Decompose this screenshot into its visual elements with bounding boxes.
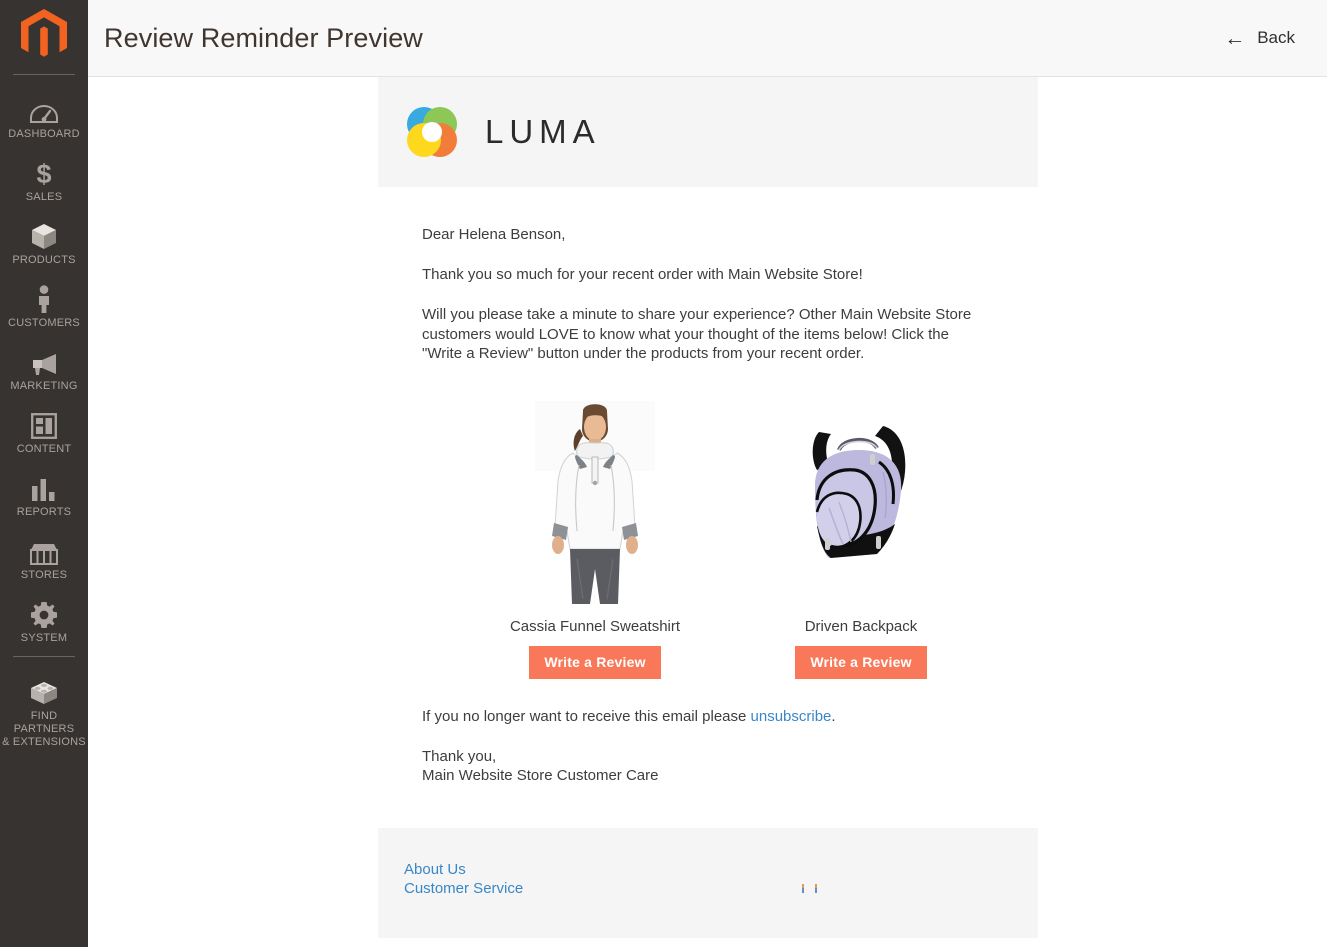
sidebar-divider-bottom: [13, 656, 75, 657]
unsubscribe-suffix: .: [831, 707, 836, 725]
broken-image-icon: [802, 880, 806, 893]
sidebar-item-label: SYSTEM: [20, 632, 68, 644]
sidebar-item-label: SALES: [25, 191, 63, 203]
sidebar-item-label: CUSTOMERS: [8, 317, 80, 329]
luma-wordmark: LUMA: [485, 113, 601, 150]
storefront-icon: [26, 535, 62, 565]
product-name: Cassia Funnel Sweatshirt: [509, 617, 681, 635]
dollar-sign-icon: $: [26, 157, 62, 187]
sidebar-item-label: REPORTS: [16, 506, 72, 518]
email-greeting: Dear Helena Benson,: [422, 226, 566, 243]
broken-image-icon: [815, 880, 819, 893]
sidebar-item-label: MARKETING: [10, 380, 78, 392]
arrow-left-icon: ←: [1224, 26, 1246, 50]
luma-rings-icon: [404, 104, 460, 160]
unsubscribe-link[interactable]: unsubscribe: [751, 708, 832, 725]
extension-block-icon: [26, 676, 62, 706]
product-card: Cassia Funnel Sweatshirt Write a Review: [462, 394, 728, 679]
unsubscribe-line: If you no longer want to receive this em…: [422, 707, 994, 726]
sidebar-item-label: DASHBOARD: [8, 128, 80, 140]
sidebar-item-stores[interactable]: STORES: [0, 526, 88, 589]
sidebar-item-products[interactable]: PRODUCTS: [0, 211, 88, 274]
magento-logo-glyph: [21, 9, 67, 57]
write-a-review-button[interactable]: Write a Review: [795, 645, 927, 679]
sidebar-divider-top: [13, 74, 75, 75]
sidebar-item-label: CONTENT: [16, 443, 72, 455]
svg-text:$: $: [36, 159, 51, 187]
main-content-area: Review Reminder Preview ← Back LUMA Dear…: [88, 0, 1327, 947]
sidebar-item-label: FIND PARTNERS & EXTENSIONS: [2, 710, 86, 749]
product-card: Driven Backpack Write a Review: [728, 394, 994, 679]
dashboard-gauge-icon: [26, 94, 62, 124]
admin-sidebar: DASHBOARD $ SALES PRODUCTS CUSTOMERS MAR…: [0, 0, 88, 947]
sidebar-item-system[interactable]: SYSTEM: [0, 589, 88, 652]
signoff-line-1: Thank you,: [422, 747, 497, 765]
signoff-line-2: Main Website Store Customer Care: [422, 766, 659, 784]
email-footer: About Us Customer Service: [378, 827, 1038, 938]
email-paragraph-2: Will you please take a minute to share y…: [422, 306, 972, 362]
email-tail: If you no longer want to receive this em…: [378, 707, 1038, 785]
megaphone-icon: [26, 346, 62, 376]
footer-link-customer-service[interactable]: Customer Service: [404, 879, 1012, 898]
email-product-list: Cassia Funnel Sweatshirt Write a Review: [422, 394, 994, 679]
sidebar-item-customers[interactable]: CUSTOMERS: [0, 274, 88, 337]
sidebar-item-sales[interactable]: $ SALES: [0, 148, 88, 211]
sidebar-item-reports[interactable]: REPORTS: [0, 463, 88, 526]
sidebar-item-label-line1: FIND PARTNERS: [13, 710, 75, 735]
broken-image-placeholders: [802, 880, 819, 893]
bar-chart-icon: [26, 472, 62, 502]
unsubscribe-prefix: If you no longer want to receive this em…: [422, 707, 751, 725]
back-button-label: Back: [1257, 28, 1295, 47]
email-body: Dear Helena Benson, Thank you so much fo…: [378, 187, 1038, 679]
email-template: LUMA Dear Helena Benson, Thank you so mu…: [378, 77, 1038, 938]
product-photo-sweatshirt: [462, 394, 728, 604]
email-logo-band: LUMA: [378, 77, 1038, 187]
page-header: Review Reminder Preview ← Back: [88, 0, 1327, 77]
person-icon: [26, 283, 62, 313]
page-title: Review Reminder Preview: [104, 22, 423, 53]
sidebar-item-marketing[interactable]: MARKETING: [0, 337, 88, 400]
magento-logo-icon[interactable]: [0, 0, 88, 70]
back-button[interactable]: ← Back: [1224, 28, 1295, 49]
product-name: Driven Backpack: [804, 617, 918, 635]
box-icon: [26, 220, 62, 250]
email-paragraph-1: Thank you so much for your recent order …: [422, 266, 863, 283]
sidebar-item-dashboard[interactable]: DASHBOARD: [0, 85, 88, 148]
product-photo-backpack: [728, 394, 994, 604]
sidebar-item-label: STORES: [20, 569, 68, 581]
sidebar-item-find-partners-extensions[interactable]: FIND PARTNERS & EXTENSIONS: [0, 667, 88, 757]
sidebar-item-label: PRODUCTS: [12, 254, 76, 266]
sidebar-item-content[interactable]: CONTENT: [0, 400, 88, 463]
sidebar-item-label-line2: & EXTENSIONS: [2, 736, 86, 748]
footer-link-about-us[interactable]: About Us: [404, 860, 1012, 879]
write-a-review-button[interactable]: Write a Review: [529, 645, 661, 679]
layout-page-icon: [26, 409, 62, 439]
gear-icon: [26, 598, 62, 628]
email-preview-scroll-area[interactable]: LUMA Dear Helena Benson, Thank you so mu…: [88, 77, 1327, 947]
admin-page: DASHBOARD $ SALES PRODUCTS CUSTOMERS MAR…: [0, 0, 1327, 947]
